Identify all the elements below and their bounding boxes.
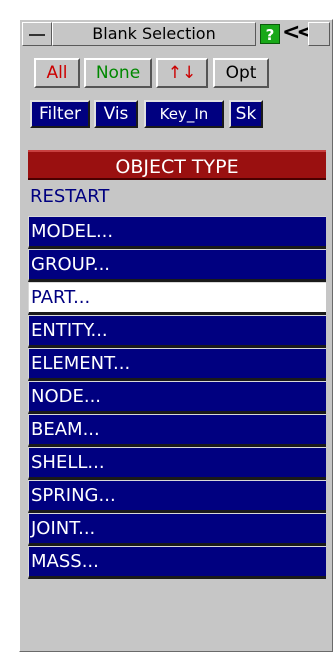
vis-button[interactable]: Vis — [94, 100, 138, 128]
restart-item[interactable]: RESTART — [28, 182, 326, 212]
object-type-item[interactable]: GROUP... — [28, 249, 326, 282]
object-type-item[interactable]: ELEMENT... — [28, 348, 326, 381]
collapse-icon[interactable]: << — [282, 22, 315, 45]
help-icon[interactable]: ? — [260, 24, 280, 44]
object-type-item[interactable]: BEAM... — [28, 414, 326, 447]
object-type-item[interactable]: NODE... — [28, 381, 326, 414]
object-type-item[interactable]: MASS... — [28, 546, 326, 579]
window-title: Blank Selection — [52, 22, 256, 46]
object-type-item[interactable]: SHELL... — [28, 447, 326, 480]
minimize-bar — [29, 34, 45, 36]
maximize-icon[interactable] — [308, 22, 330, 46]
none-button[interactable]: None — [84, 58, 152, 88]
object-type-item[interactable]: PART... — [28, 282, 326, 315]
object-type-item[interactable]: SPRING... — [28, 480, 326, 513]
sk-button[interactable]: Sk — [229, 100, 263, 128]
blank-selection-panel: Blank Selection ? << All None ↑↓ Opt Fil… — [19, 19, 333, 652]
object-type-header: OBJECT TYPE — [28, 150, 326, 180]
object-type-item[interactable]: JOINT... — [28, 513, 326, 546]
minimize-icon[interactable] — [22, 22, 52, 46]
filter-button[interactable]: Filter — [30, 100, 90, 128]
opt-button[interactable]: Opt — [213, 58, 269, 88]
reverse-button[interactable]: ↑↓ — [156, 58, 208, 88]
key-in-button[interactable]: Key_In — [144, 100, 224, 128]
object-type-list: MODEL... GROUP... PART... ENTITY... ELEM… — [28, 216, 326, 579]
object-type-item[interactable]: MODEL... — [28, 216, 326, 249]
object-type-item[interactable]: ENTITY... — [28, 315, 326, 348]
all-button[interactable]: All — [34, 58, 80, 88]
title-bar: Blank Selection ? << — [22, 22, 330, 48]
